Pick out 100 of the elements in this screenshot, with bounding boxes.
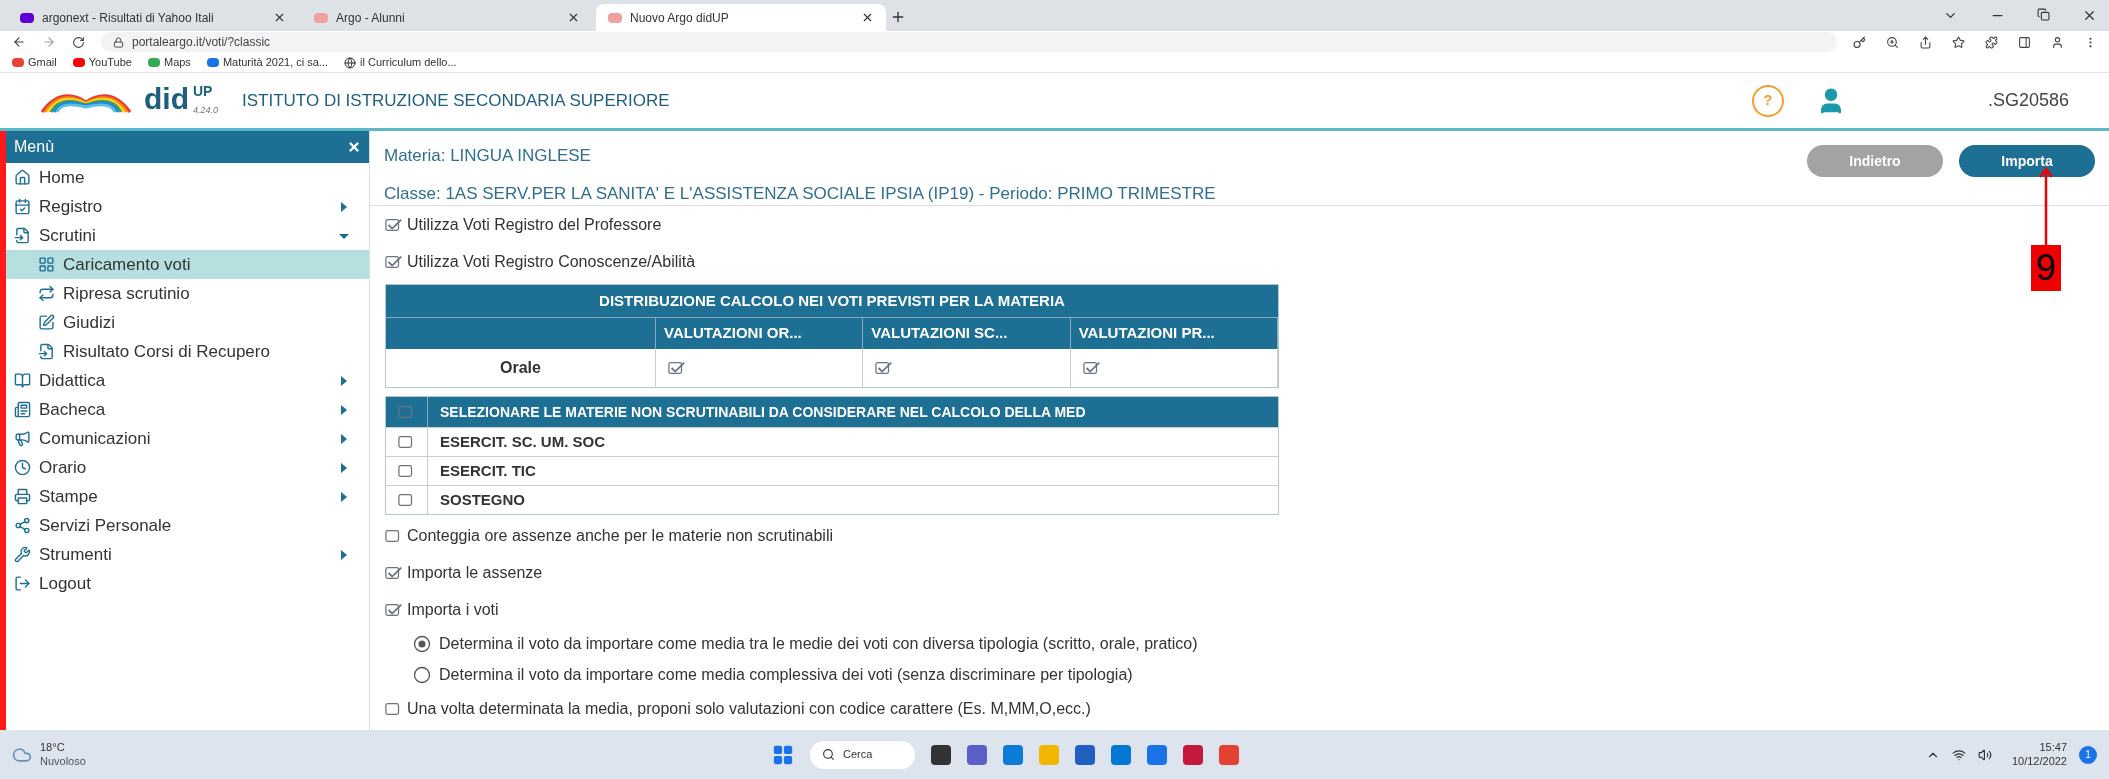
clock-time: 15:47 [2039,740,2067,755]
app-icon[interactable] [931,744,951,765]
option-label: Determina il voto da importare come media tra le medie dei voti con diversa tipologia (scritto, orale, pratico) [439,633,1198,654]
notification-badge[interactable]: 1 [2079,745,2097,764]
search-icon [822,748,835,761]
side-panel-icon[interactable] [2018,35,2031,49]
app-icon[interactable] [967,744,987,765]
checked-checkbox[interactable] [385,564,403,581]
forward-icon[interactable] [42,35,56,49]
menu-item[interactable]: Registro [6,192,369,221]
annotation-label: 9 [2030,245,2061,291]
submenu-item[interactable]: Ripresa scrutinio [6,279,369,308]
bookmark[interactable]: Maps [147,54,191,71]
close-icon[interactable] [273,11,286,24]
new-tab-icon[interactable] [890,9,906,25]
checked-checkbox[interactable] [385,253,403,270]
table-cell: Orale [386,349,656,387]
submenu-item[interactable]: Giudizi [6,308,369,337]
tab-favicon-icon [608,12,622,23]
option-label: Utilizza Voti Registro del Professore [407,214,662,235]
search-field[interactable]: Cerca [810,740,915,769]
column-header: SELEZIONARE LE MATERIE NON SCRUTINABILI DA CONSIDERARE NEL CALCOLO DELLA MED [439,402,1087,422]
tab-title: argonext - Risultati di Yahoo Itali [42,9,215,27]
menu-title: Menù [14,137,56,157]
checked-checkbox[interactable] [385,216,403,233]
radio-button[interactable] [413,665,431,684]
submenu-item-icon [38,343,55,360]
bookmark[interactable]: YouTube [72,54,132,71]
tab-title: Argo - Alunni [336,9,406,27]
bookmark[interactable]: Gmail [12,54,57,71]
star-icon[interactable] [1952,35,1965,49]
option-label: Determina il voto da importare come media complessiva dei voti (senza discriminare per tipologia) [439,664,1133,685]
submenu-item-icon [38,285,55,302]
menu-item[interactable]: Home [6,163,369,192]
app-logo-text: did [144,83,189,114]
menu-item[interactable]: Servizi Personale [6,511,369,540]
menu-item-icon [14,198,31,215]
class-text: Classe: 1AS SERV.PER LA SANITA' E L'ASSISTENZA SOCIALE IPSIA (IP19) - Periodo: PRIMO TRIMESTRE [384,182,1217,205]
menu-item[interactable]: Logout [6,569,369,598]
volume-icon[interactable] [1977,747,1992,762]
import-button[interactable]: Importa [1959,145,2095,177]
option-label: Utilizza Voti Registro Conoscenze/Abilità [407,251,696,272]
start-icon[interactable] [772,743,794,766]
app-icon[interactable] [1183,744,1203,765]
menu-item[interactable]: Strumenti [6,540,369,569]
option-label: Importa i voti [407,599,499,620]
puzzle-icon[interactable] [1985,35,1998,49]
back-icon[interactable] [12,35,26,49]
menu-item-icon [14,459,31,476]
table-cell-text: ESERCIT. TIC [439,460,537,481]
submenu-item-icon [38,256,55,273]
subject-text: Materia: LINGUA INGLESE [384,145,592,167]
menu-item-icon [14,575,31,592]
school-name: ISTITUTO DI ISTRUZIONE SECONDARIA SUPERIORE [242,89,670,112]
radio-button[interactable] [413,634,431,653]
submenu-item[interactable]: Risultato Corsi di Recupero [6,337,369,366]
checked-checkbox[interactable] [668,360,686,376]
address-bar[interactable]: portaleargo.it/voti/?classic [101,32,1837,52]
browser-tab[interactable]: Argo - Alunni [302,4,592,31]
reload-icon[interactable] [72,35,85,49]
menu-item-icon [14,488,31,505]
menu-item-icon [14,517,31,534]
close-icon[interactable] [2082,8,2097,23]
key-icon[interactable] [1853,35,1866,49]
table-cell-text: ESERCIT. SC. UM. SOC [439,431,607,452]
bookmark[interactable]: Maturità 2021, ci sa... [206,54,329,71]
user-code: .SG20586 [1987,89,2069,112]
app-icon[interactable] [1075,744,1095,765]
browser-tab[interactable]: Nuovo Argo didUP [596,4,886,31]
submenu-item[interactable]: Caricamento voti [6,250,369,279]
menu-item[interactable]: Didattica [6,366,369,395]
checked-checkbox[interactable] [875,360,894,376]
checked-checkbox[interactable] [1082,360,1101,376]
close-icon[interactable] [567,11,580,24]
tab-title: Nuovo Argo didUP [630,9,730,27]
zoom-icon[interactable] [1886,35,1899,49]
profile-icon[interactable] [2051,35,2064,49]
restore-icon[interactable] [2037,8,2050,21]
column-header: VALUTAZIONI OR... [656,318,864,349]
browser-tab[interactable]: argonext - Risultati di Yahoo Itali [8,4,298,31]
share-icon[interactable] [1919,35,1932,49]
menu-item-icon [14,227,31,244]
bookmark[interactable]: il Curriculum dello... [344,54,457,71]
tab-favicon-icon [314,12,328,23]
url-text: portaleargo.it/voti/?classic [132,34,271,51]
menu-item[interactable]: Stampe [6,482,369,511]
menu-item-icon [14,401,31,418]
menu-item[interactable]: Orario [6,453,369,482]
menu-item[interactable]: Scrutini [6,221,369,250]
close-icon[interactable] [347,140,361,154]
column-header: VALUTAZIONI SC... [863,318,1071,349]
menu-item[interactable]: Bacheca [6,395,369,424]
option-label: Una volta determinata la media, proponi solo valutazioni con codice carattere (Es. M,MM,O,ecc.) [407,698,1091,719]
menu-item[interactable]: Comunicazioni [6,424,369,453]
app-logo-superscript: UP [193,83,214,98]
table-header: DISTRIBUZIONE CALCOLO NEI VOTI PREVISTI PER LA MATERIA [386,285,1278,317]
checked-checkbox[interactable] [385,601,403,618]
globe-icon [344,56,357,69]
close-icon[interactable] [861,11,874,24]
wifi-icon[interactable] [1951,747,1966,762]
